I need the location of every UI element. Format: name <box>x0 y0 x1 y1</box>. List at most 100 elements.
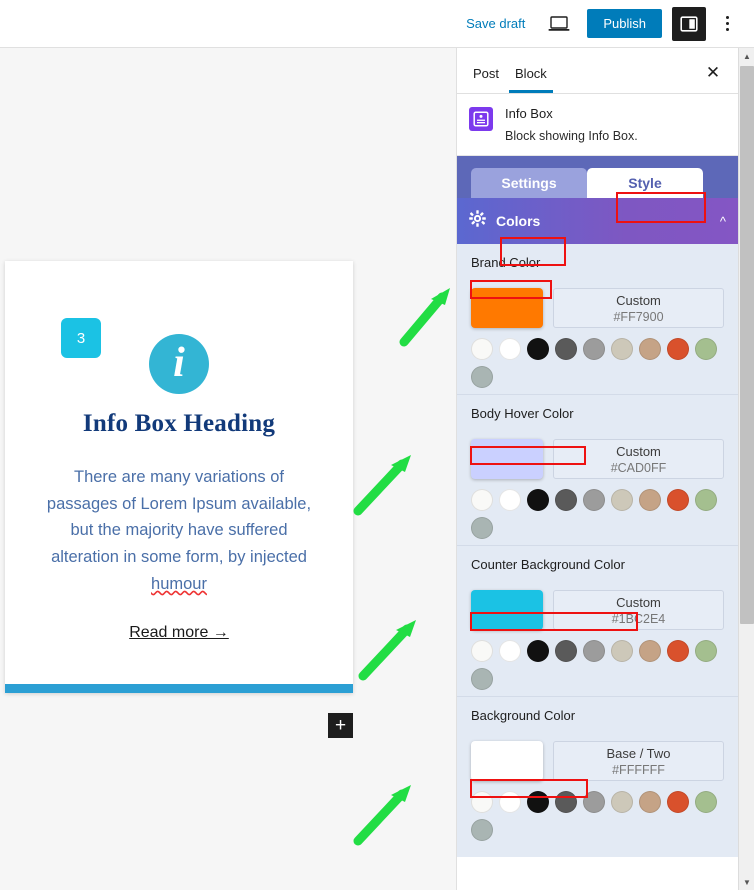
laptop-preview-icon[interactable] <box>541 6 577 42</box>
color-field-label: Body Hover Color <box>471 406 574 421</box>
palette-swatch[interactable] <box>471 366 493 388</box>
annotation-arrow-counter-background-color <box>358 620 416 681</box>
palette-swatch[interactable] <box>611 640 633 662</box>
palette-swatch[interactable] <box>695 640 717 662</box>
color-value-name: Custom <box>616 443 661 459</box>
color-value-hex: #FF7900 <box>613 309 664 324</box>
palette-swatch[interactable] <box>471 517 493 539</box>
read-more-link[interactable]: Read more → <box>129 624 229 642</box>
palette-swatch[interactable] <box>471 640 493 662</box>
publish-button[interactable]: Publish <box>587 9 662 38</box>
app-root: Save draft Publish 3 i Info Box Heading … <box>0 0 754 890</box>
palette-swatch[interactable] <box>499 640 521 662</box>
palette-swatch[interactable] <box>471 668 493 690</box>
color-preview-swatch[interactable] <box>471 288 543 328</box>
tab-settings[interactable]: Settings <box>471 168 587 198</box>
color-palette <box>471 791 721 841</box>
color-value-readout[interactable]: Base / Two #FFFFFF <box>553 741 724 781</box>
palette-swatch[interactable] <box>583 640 605 662</box>
palette-swatch[interactable] <box>695 489 717 511</box>
palette-swatch[interactable] <box>555 640 577 662</box>
info-box-block-icon <box>469 107 493 131</box>
palette-swatch[interactable] <box>667 640 689 662</box>
color-field-label: Brand Color <box>471 255 541 270</box>
close-icon[interactable]: ✕ <box>702 62 724 84</box>
annotation-arrow-background-color <box>353 785 411 846</box>
scroll-up-arrow-icon[interactable]: ▲ <box>739 48 754 64</box>
tab-style[interactable]: Style <box>587 168 703 198</box>
color-preview-swatch[interactable] <box>471 590 543 630</box>
colors-panel-header[interactable]: Colors ^ <box>457 198 738 244</box>
palette-swatch[interactable] <box>499 791 521 813</box>
colors-panel-body: Brand Color Custom #FF7900 Body Hover Co… <box>457 244 738 857</box>
color-value-hex: #CAD0FF <box>610 460 667 475</box>
tab-post[interactable]: Post <box>473 66 499 93</box>
sidebar-tab-bar: Post Block ✕ <box>457 48 738 94</box>
palette-swatch[interactable] <box>499 489 521 511</box>
gear-icon <box>469 210 486 232</box>
palette-swatch[interactable] <box>471 819 493 841</box>
block-title: Info Box <box>505 106 553 121</box>
three-dots-vertical-icon[interactable] <box>712 7 742 41</box>
color-value-readout[interactable]: Custom #CAD0FF <box>553 439 724 479</box>
palette-swatch[interactable] <box>555 338 577 360</box>
save-draft-button[interactable]: Save draft <box>456 10 535 37</box>
annotation-arrow-brand-color <box>399 288 450 347</box>
scrollbar-thumb[interactable] <box>740 66 754 624</box>
sidebar-scrollbar[interactable]: ▲ ▼ <box>738 48 754 890</box>
color-field-label: Counter Background Color <box>471 557 625 572</box>
editor-canvas: 3 i Info Box Heading There are many vari… <box>0 48 456 890</box>
color-palette <box>471 489 721 539</box>
add-block-button[interactable]: + <box>328 713 353 738</box>
color-preview-swatch[interactable] <box>471 741 543 781</box>
block-settings-sidebar: Post Block ✕ Info Box Block showing Info… <box>456 48 738 890</box>
chevron-up-icon[interactable]: ^ <box>720 214 726 229</box>
counter-badge: 3 <box>61 318 101 358</box>
card-heading[interactable]: Info Box Heading <box>83 410 275 438</box>
scroll-down-arrow-icon[interactable]: ▼ <box>739 874 754 890</box>
tab-block[interactable]: Block <box>509 66 553 93</box>
palette-swatch[interactable] <box>583 489 605 511</box>
palette-swatch[interactable] <box>667 338 689 360</box>
palette-swatch[interactable] <box>471 338 493 360</box>
color-field-brand-color: Brand Color Custom #FF7900 <box>457 244 738 394</box>
palette-swatch[interactable] <box>527 489 549 511</box>
card-bottom-accent-bar <box>5 684 353 693</box>
card-body-text[interactable]: There are many variations of passages of… <box>38 464 320 598</box>
palette-swatch[interactable] <box>695 338 717 360</box>
palette-swatch[interactable] <box>527 338 549 360</box>
palette-swatch[interactable] <box>667 791 689 813</box>
palette-swatch[interactable] <box>471 791 493 813</box>
card-body-misspelled-word: humour <box>151 574 207 593</box>
block-description: Block showing Info Box. <box>505 129 638 143</box>
palette-swatch[interactable] <box>639 640 661 662</box>
palette-swatch[interactable] <box>527 791 549 813</box>
color-field-body-hover-color: Body Hover Color Custom #CAD0FF <box>457 394 738 545</box>
palette-swatch[interactable] <box>639 489 661 511</box>
palette-swatch[interactable] <box>611 791 633 813</box>
palette-swatch[interactable] <box>583 791 605 813</box>
palette-swatch[interactable] <box>499 338 521 360</box>
palette-swatch[interactable] <box>471 489 493 511</box>
color-preview-swatch[interactable] <box>471 439 543 479</box>
color-value-readout[interactable]: Custom #FF7900 <box>553 288 724 328</box>
settings-sidebar-icon[interactable] <box>672 6 706 41</box>
palette-swatch[interactable] <box>611 338 633 360</box>
palette-swatch[interactable] <box>583 338 605 360</box>
palette-swatch[interactable] <box>555 791 577 813</box>
color-value-name: Custom <box>616 594 661 610</box>
palette-swatch[interactable] <box>611 489 633 511</box>
color-value-readout[interactable]: Custom #1BC2E4 <box>553 590 724 630</box>
palette-swatch[interactable] <box>639 791 661 813</box>
info-box-block-preview[interactable]: 3 i Info Box Heading There are many vari… <box>5 261 353 693</box>
card-body-main: There are many variations of passages of… <box>46 468 312 567</box>
palette-swatch[interactable] <box>639 338 661 360</box>
colors-panel-title: Colors <box>496 213 541 229</box>
block-info-header: Info Box Block showing Info Box. <box>457 94 738 156</box>
color-palette <box>471 640 721 690</box>
palette-swatch[interactable] <box>667 489 689 511</box>
palette-swatch[interactable] <box>527 640 549 662</box>
palette-swatch[interactable] <box>555 489 577 511</box>
color-field-label: Background Color <box>471 708 576 723</box>
palette-swatch[interactable] <box>695 791 717 813</box>
